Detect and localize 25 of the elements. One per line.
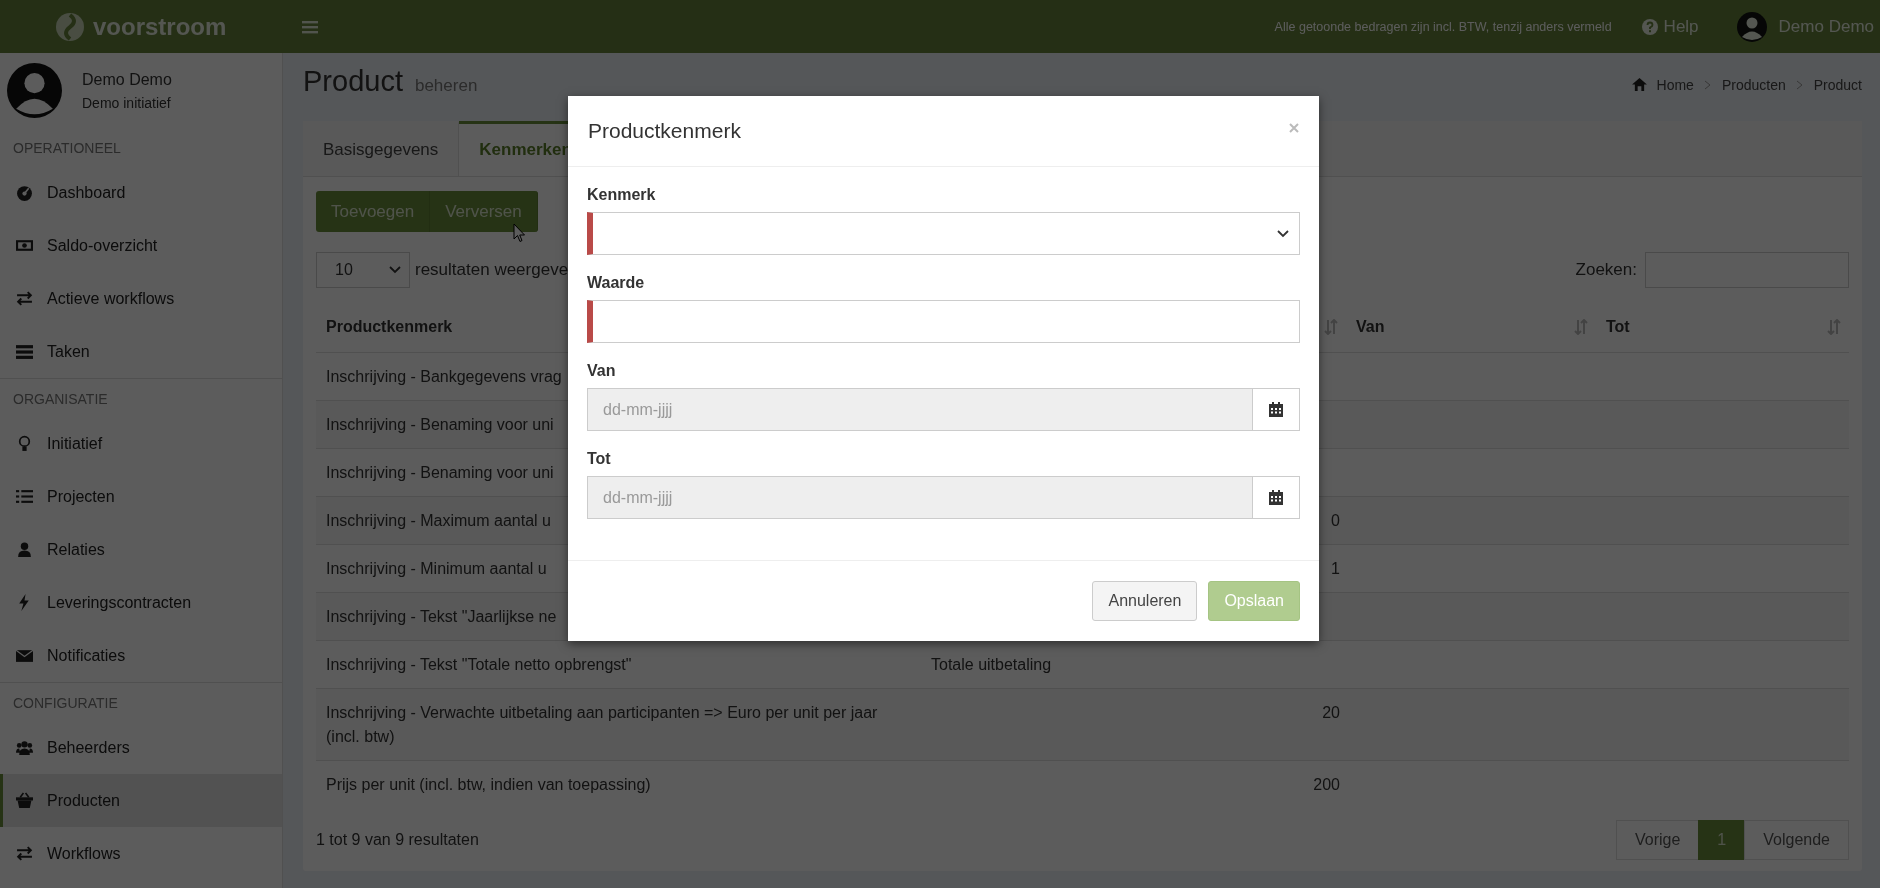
field-label: Van: [587, 362, 617, 380]
table-cell: Inschrijving - Benaming voor uni: [326, 464, 554, 481]
results-info: 1 tot 9 van 9 resultaten: [316, 831, 479, 849]
page-length-label: resultaten weergeve: [415, 260, 569, 280]
search-label: Zoeken:: [1575, 260, 1637, 280]
user-organisation: Demo initiatief: [82, 94, 172, 111]
page-title: Product: [303, 65, 403, 98]
table-cell: Inschrijving - Bankgegevens vrag: [326, 368, 562, 385]
table-cell: Inschrijving - Minimum aantal u: [326, 560, 547, 577]
table-cell: Inschrijving - Tekst "Totale netto opbrengst": [326, 656, 632, 673]
table-cell: Inschrijving - Maximum aantal u: [326, 512, 551, 529]
table-cell: Inschrijving - Tekst "Jaarlijkse ne: [326, 608, 557, 625]
table-cell: Inschrijving - Benaming voor uni: [326, 416, 554, 433]
field-label: Tot: [587, 450, 612, 468]
field-label: Kenmerk: [587, 186, 657, 204]
field-label: Waarde: [587, 274, 646, 292]
user-name: Demo Demo: [82, 70, 172, 89]
table-cell: Prijs per unit (incl. btw, indien van toepassing): [326, 776, 651, 793]
table-cell: 1: [1331, 560, 1340, 577]
table-cell: Inschrijving - Verwachte uitbetaling aan participanten => Euro per unit per jaar (incl. btw): [326, 704, 878, 745]
vat-notice: Alle getoonde bedragen zijn incl. BTW, tenzij anders vermeld: [1274, 19, 1612, 34]
table-cell: 0: [1331, 512, 1340, 529]
table-cell: 20: [1322, 704, 1340, 721]
table-cell: 200: [1313, 776, 1340, 793]
table-cell: Totale uitbetaling: [931, 656, 1052, 673]
